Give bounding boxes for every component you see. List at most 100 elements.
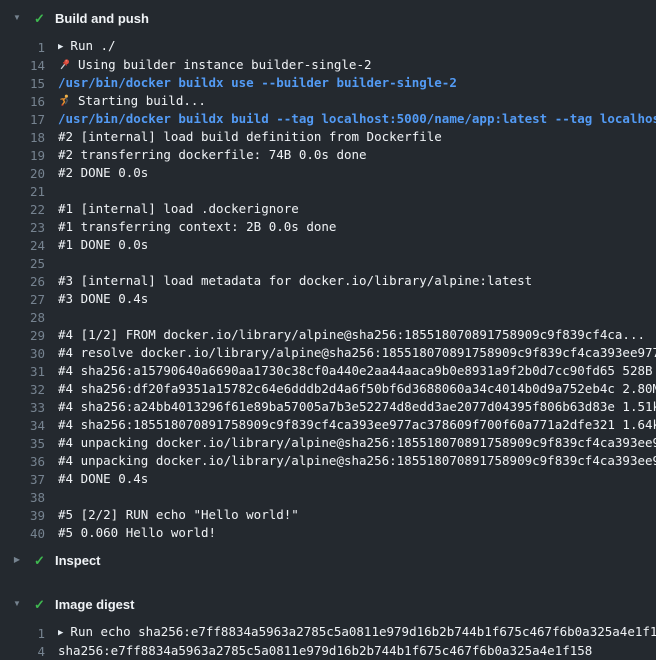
log-section-inspect: ▶ ✓ Inspect bbox=[0, 550, 656, 570]
line-number[interactable]: 20 bbox=[0, 166, 58, 181]
line-number[interactable]: 39 bbox=[0, 508, 58, 523]
line-number[interactable]: 33 bbox=[0, 400, 58, 415]
line-number[interactable]: 32 bbox=[0, 382, 58, 397]
log-line: 33 #4 sha256:a24bb4013296f61e89ba57005a7… bbox=[0, 398, 656, 416]
line-content: #2 DONE 0.0s bbox=[58, 164, 656, 182]
section-title: Image digest bbox=[55, 597, 134, 612]
chevron-icon[interactable]: ▼ bbox=[10, 600, 24, 608]
line-number[interactable]: 31 bbox=[0, 364, 58, 379]
log-line: 29 #4 [1/2] FROM docker.io/library/alpin… bbox=[0, 326, 656, 344]
line-number[interactable]: 16 bbox=[0, 94, 58, 109]
line-content: #4 sha256:df20fa9351a15782c64e6dddb2d4a6… bbox=[58, 380, 656, 398]
line-content: Starting build... bbox=[58, 92, 656, 110]
check-icon: ✓ bbox=[32, 12, 47, 25]
section-title: Inspect bbox=[55, 553, 101, 568]
line-content: #3 [internal] load metadata for docker.i… bbox=[58, 272, 656, 290]
line-content: #4 sha256:185518070891758909c9f839cf4ca3… bbox=[58, 416, 656, 434]
log-section-build-and-push: ▼ ✓ Build and push 1 ▶Run ./ 14 Using bu… bbox=[0, 8, 656, 542]
run-toggle-icon[interactable]: ▶ bbox=[58, 624, 63, 642]
log-line: 31 #4 sha256:a15790640a6690aa1730c38cf0a… bbox=[0, 362, 656, 380]
log-section-image-digest: ▼ ✓ Image digest 1 ▶Run echo sha256:e7ff… bbox=[0, 594, 656, 660]
line-number[interactable]: 1 bbox=[0, 40, 58, 55]
log-line: 24 #1 DONE 0.0s bbox=[0, 236, 656, 254]
line-number[interactable]: 21 bbox=[0, 184, 58, 199]
section-header[interactable]: ▼ ✓ Build and push bbox=[0, 8, 656, 28]
log-line: 19 #2 transferring dockerfile: 74B 0.0s … bbox=[0, 146, 656, 164]
line-content: #5 [2/2] RUN echo "Hello world!" bbox=[58, 506, 656, 524]
check-icon: ✓ bbox=[32, 554, 47, 567]
log-line: 23 #1 transferring context: 2B 0.0s done bbox=[0, 218, 656, 236]
section-title: Build and push bbox=[55, 11, 149, 26]
line-number[interactable]: 15 bbox=[0, 76, 58, 91]
line-number[interactable]: 38 bbox=[0, 490, 58, 505]
log-line: 27 #3 DONE 0.4s bbox=[0, 290, 656, 308]
line-number[interactable]: 37 bbox=[0, 472, 58, 487]
line-content: #1 transferring context: 2B 0.0s done bbox=[58, 218, 656, 236]
section-header[interactable]: ▶ ✓ Inspect bbox=[0, 550, 656, 570]
log-line[interactable]: 1 ▶Run ./ bbox=[0, 38, 656, 56]
line-content: /usr/bin/docker buildx build --tag local… bbox=[58, 110, 656, 128]
log-line: 17 /usr/bin/docker buildx build --tag lo… bbox=[0, 110, 656, 128]
line-number[interactable]: 24 bbox=[0, 238, 58, 253]
line-number[interactable]: 23 bbox=[0, 220, 58, 235]
line-number[interactable]: 22 bbox=[0, 202, 58, 217]
chevron-icon[interactable]: ▶ bbox=[10, 556, 24, 564]
line-number[interactable]: 30 bbox=[0, 346, 58, 361]
log-line: 26 #3 [internal] load metadata for docke… bbox=[0, 272, 656, 290]
line-number[interactable]: 28 bbox=[0, 310, 58, 325]
line-number[interactable]: 14 bbox=[0, 58, 58, 73]
line-number[interactable]: 26 bbox=[0, 274, 58, 289]
log-line: 32 #4 sha256:df20fa9351a15782c64e6dddb2d… bbox=[0, 380, 656, 398]
line-number[interactable]: 1 bbox=[0, 626, 58, 641]
line-content: #4 unpacking docker.io/library/alpine@sh… bbox=[58, 434, 656, 452]
log-line: 16 Starting build... bbox=[0, 92, 656, 110]
line-number[interactable]: 18 bbox=[0, 130, 58, 145]
log-line: 37 #4 DONE 0.4s bbox=[0, 470, 656, 488]
check-icon: ✓ bbox=[32, 598, 47, 611]
line-content: #2 [internal] load build definition from… bbox=[58, 128, 656, 146]
runner-icon bbox=[58, 94, 72, 107]
line-number[interactable]: 17 bbox=[0, 112, 58, 127]
log-line: 36 #4 unpacking docker.io/library/alpine… bbox=[0, 452, 656, 470]
line-content: #4 resolve docker.io/library/alpine@sha2… bbox=[58, 344, 656, 362]
line-number[interactable]: 36 bbox=[0, 454, 58, 469]
section-header[interactable]: ▼ ✓ Image digest bbox=[0, 594, 656, 614]
line-content: Using builder instance builder-single-2 bbox=[58, 56, 656, 74]
line-number[interactable]: 34 bbox=[0, 418, 58, 433]
line-content: #5 0.060 Hello world! bbox=[58, 524, 656, 542]
line-content: #4 DONE 0.4s bbox=[58, 470, 656, 488]
line-content: #1 DONE 0.0s bbox=[58, 236, 656, 254]
chevron-icon[interactable]: ▼ bbox=[10, 14, 24, 22]
line-number[interactable]: 29 bbox=[0, 328, 58, 343]
log-line: 21 bbox=[0, 182, 656, 200]
line-content: #4 unpacking docker.io/library/alpine@sh… bbox=[58, 452, 656, 470]
line-content: /usr/bin/docker buildx use --builder bui… bbox=[58, 74, 656, 92]
log-line: 35 #4 unpacking docker.io/library/alpine… bbox=[0, 434, 656, 452]
line-number[interactable]: 25 bbox=[0, 256, 58, 271]
log-line: 20 #2 DONE 0.0s bbox=[0, 164, 656, 182]
log-line: 22 #1 [internal] load .dockerignore bbox=[0, 200, 656, 218]
line-content: #2 transferring dockerfile: 74B 0.0s don… bbox=[58, 146, 656, 164]
line-content: ▶Run ./ bbox=[58, 37, 656, 57]
log-line: 18 #2 [internal] load build definition f… bbox=[0, 128, 656, 146]
line-number[interactable]: 4 bbox=[0, 644, 58, 659]
line-content: ▶Run echo sha256:e7ff8834a5963a2785c5a08… bbox=[58, 623, 656, 643]
pushpin-icon bbox=[58, 58, 72, 71]
log-line: 14 Using builder instance builder-single… bbox=[0, 56, 656, 74]
log-line: 34 #4 sha256:185518070891758909c9f839cf4… bbox=[0, 416, 656, 434]
run-toggle-icon[interactable]: ▶ bbox=[58, 38, 63, 56]
line-number[interactable]: 19 bbox=[0, 148, 58, 163]
log-line: 15 /usr/bin/docker buildx use --builder … bbox=[0, 74, 656, 92]
line-content: #4 sha256:a24bb4013296f61e89ba57005a7b3e… bbox=[58, 398, 656, 416]
line-number[interactable]: 35 bbox=[0, 436, 58, 451]
line-number[interactable]: 40 bbox=[0, 526, 58, 541]
log-line: 38 bbox=[0, 488, 656, 506]
line-content: #4 sha256:a15790640a6690aa1730c38cf0a440… bbox=[58, 362, 656, 380]
log-line: 25 bbox=[0, 254, 656, 272]
line-content: #4 [1/2] FROM docker.io/library/alpine@s… bbox=[58, 326, 656, 344]
log-line: 28 bbox=[0, 308, 656, 326]
section-lines: 1 ▶Run echo sha256:e7ff8834a5963a2785c5a… bbox=[0, 624, 656, 660]
line-number[interactable]: 27 bbox=[0, 292, 58, 307]
log-line: 30 #4 resolve docker.io/library/alpine@s… bbox=[0, 344, 656, 362]
log-line[interactable]: 1 ▶Run echo sha256:e7ff8834a5963a2785c5a… bbox=[0, 624, 656, 642]
